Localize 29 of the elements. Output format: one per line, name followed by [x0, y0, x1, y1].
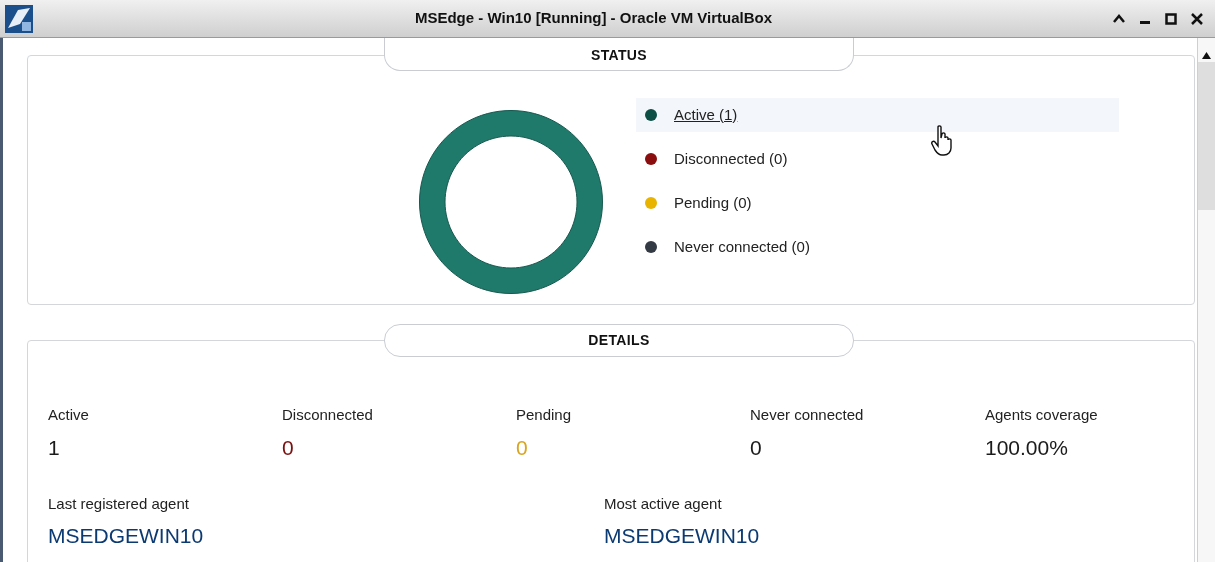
stat-label: Disconnected — [282, 405, 374, 425]
legend-item[interactable]: Active (1) — [636, 98, 1119, 132]
chevron-up-icon[interactable] — [1113, 13, 1125, 24]
window-title: MSEdge - Win10 [Running] - Oracle VM VirtualBox — [413, 8, 774, 29]
details-header: DETAILS — [384, 324, 854, 357]
stat-value: 0 — [282, 434, 295, 461]
stat-value: 0 — [750, 434, 763, 461]
stat-label: Never connected — [750, 405, 865, 425]
legend-item[interactable]: Pending (0) — [636, 186, 1119, 220]
stat-value: 0 — [516, 434, 529, 461]
hand-cursor-icon — [931, 125, 953, 157]
agent-label: Last registered agent — [48, 493, 190, 514]
stat-value: 1 — [48, 434, 61, 461]
stat-label: Pending — [516, 405, 573, 425]
legend-item[interactable]: Disconnected (0) — [636, 142, 1119, 176]
agent-link[interactable]: MSEDGEWIN10 — [48, 523, 604, 549]
agent-link[interactable]: MSEDGEWIN10 — [604, 523, 1004, 549]
stat-label: Active — [48, 405, 90, 425]
scroll-thumb[interactable] — [1198, 62, 1215, 210]
maximize-icon[interactable] — [1165, 12, 1177, 25]
agent-label: Most active agent — [604, 493, 723, 514]
status-header: STATUS — [384, 38, 854, 71]
stat-label: Agents coverage — [985, 405, 1099, 425]
app-logo-icon — [4, 3, 34, 34]
close-icon[interactable] — [1191, 12, 1203, 25]
stat-value: 100.00% — [985, 434, 1069, 461]
legend-item[interactable]: Never connected (0) — [636, 230, 1119, 264]
scroll-up-icon[interactable] — [1202, 52, 1211, 59]
scrollbar[interactable] — [1197, 38, 1215, 562]
